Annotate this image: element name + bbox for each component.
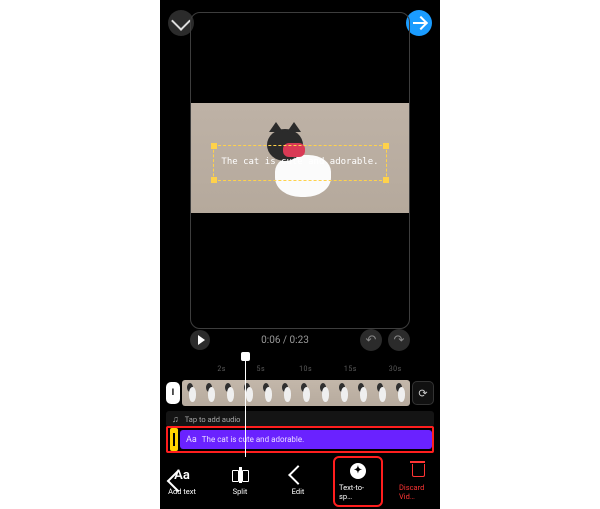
time-ruler: 2s 5s 10s 15s 30s (160, 365, 440, 375)
audio-track[interactable]: ♫ Tap to add audio (166, 411, 434, 427)
tool-text-to-speech[interactable]: ✦ Text-to-sp… (337, 460, 379, 503)
tool-edit[interactable]: Edit (279, 466, 317, 496)
video-preview[interactable]: The cat is cute and adorable. (190, 12, 410, 329)
text-track-selected[interactable]: Aa The cat is cute and adorable. (166, 426, 434, 453)
arrow-right-icon (413, 22, 425, 24)
add-clip-button[interactable]: ⟳ (412, 381, 434, 405)
text-overlay-selection[interactable]: The cat is cute and adorable. (213, 145, 387, 181)
play-button[interactable] (190, 330, 210, 350)
tool-label: Discard Vid… (399, 483, 437, 501)
tool-label: Text-to-sp… (339, 483, 377, 501)
tool-split[interactable]: Split (221, 466, 259, 496)
redo-button[interactable]: ↷ (388, 329, 410, 351)
trash-icon (409, 462, 427, 480)
chevron-down-icon (171, 11, 191, 31)
overlay-caption: The cat is cute and adorable. (221, 157, 378, 168)
ruler-mark: 5s (257, 365, 266, 373)
play-icon (198, 335, 205, 345)
tts-icon: ✦ (349, 462, 367, 480)
clip-trim-handle[interactable] (170, 428, 178, 451)
tool-discard-video[interactable]: Discard Vid… (399, 462, 437, 501)
split-icon (231, 466, 249, 484)
text-clip-label: The cat is cute and adorable. (202, 435, 304, 444)
audio-placeholder: Tap to add audio (185, 415, 241, 424)
text-aa-icon: Aa (186, 435, 197, 445)
app-stage: The cat is cute and adorable. 0:06 / 0:2… (0, 0, 600, 509)
tool-label: Edit (292, 487, 305, 496)
text-clip[interactable]: Aa The cat is cute and adorable. (180, 430, 432, 449)
undo-button[interactable]: ↶ (360, 329, 382, 351)
clip-start-handle[interactable]: I (166, 382, 180, 404)
ruler-mark: 15s (344, 365, 357, 373)
video-frame: The cat is cute and adorable. (191, 103, 409, 213)
bottom-toolbar: Aa Add text Split Edit ✦ Text-to-sp… Dis… (160, 459, 440, 503)
ruler-mark: 30s (389, 365, 402, 373)
ruler-mark: 2s (217, 365, 226, 373)
pencil-icon (289, 466, 307, 484)
tool-label: Add text (168, 487, 196, 496)
time-display: 0:06 / 0:23 (210, 335, 360, 346)
music-note-icon: ♫ (172, 414, 179, 425)
clip-thumbnails[interactable] (182, 380, 410, 406)
playhead[interactable] (245, 357, 246, 457)
tool-label: Split (233, 487, 248, 496)
video-track[interactable]: I ⟳ (166, 379, 434, 407)
playback-controls: 0:06 / 0:23 ↶ ↷ (160, 329, 440, 351)
phone-frame: The cat is cute and adorable. 0:06 / 0:2… (160, 0, 440, 509)
ruler-mark: 10s (299, 365, 312, 373)
